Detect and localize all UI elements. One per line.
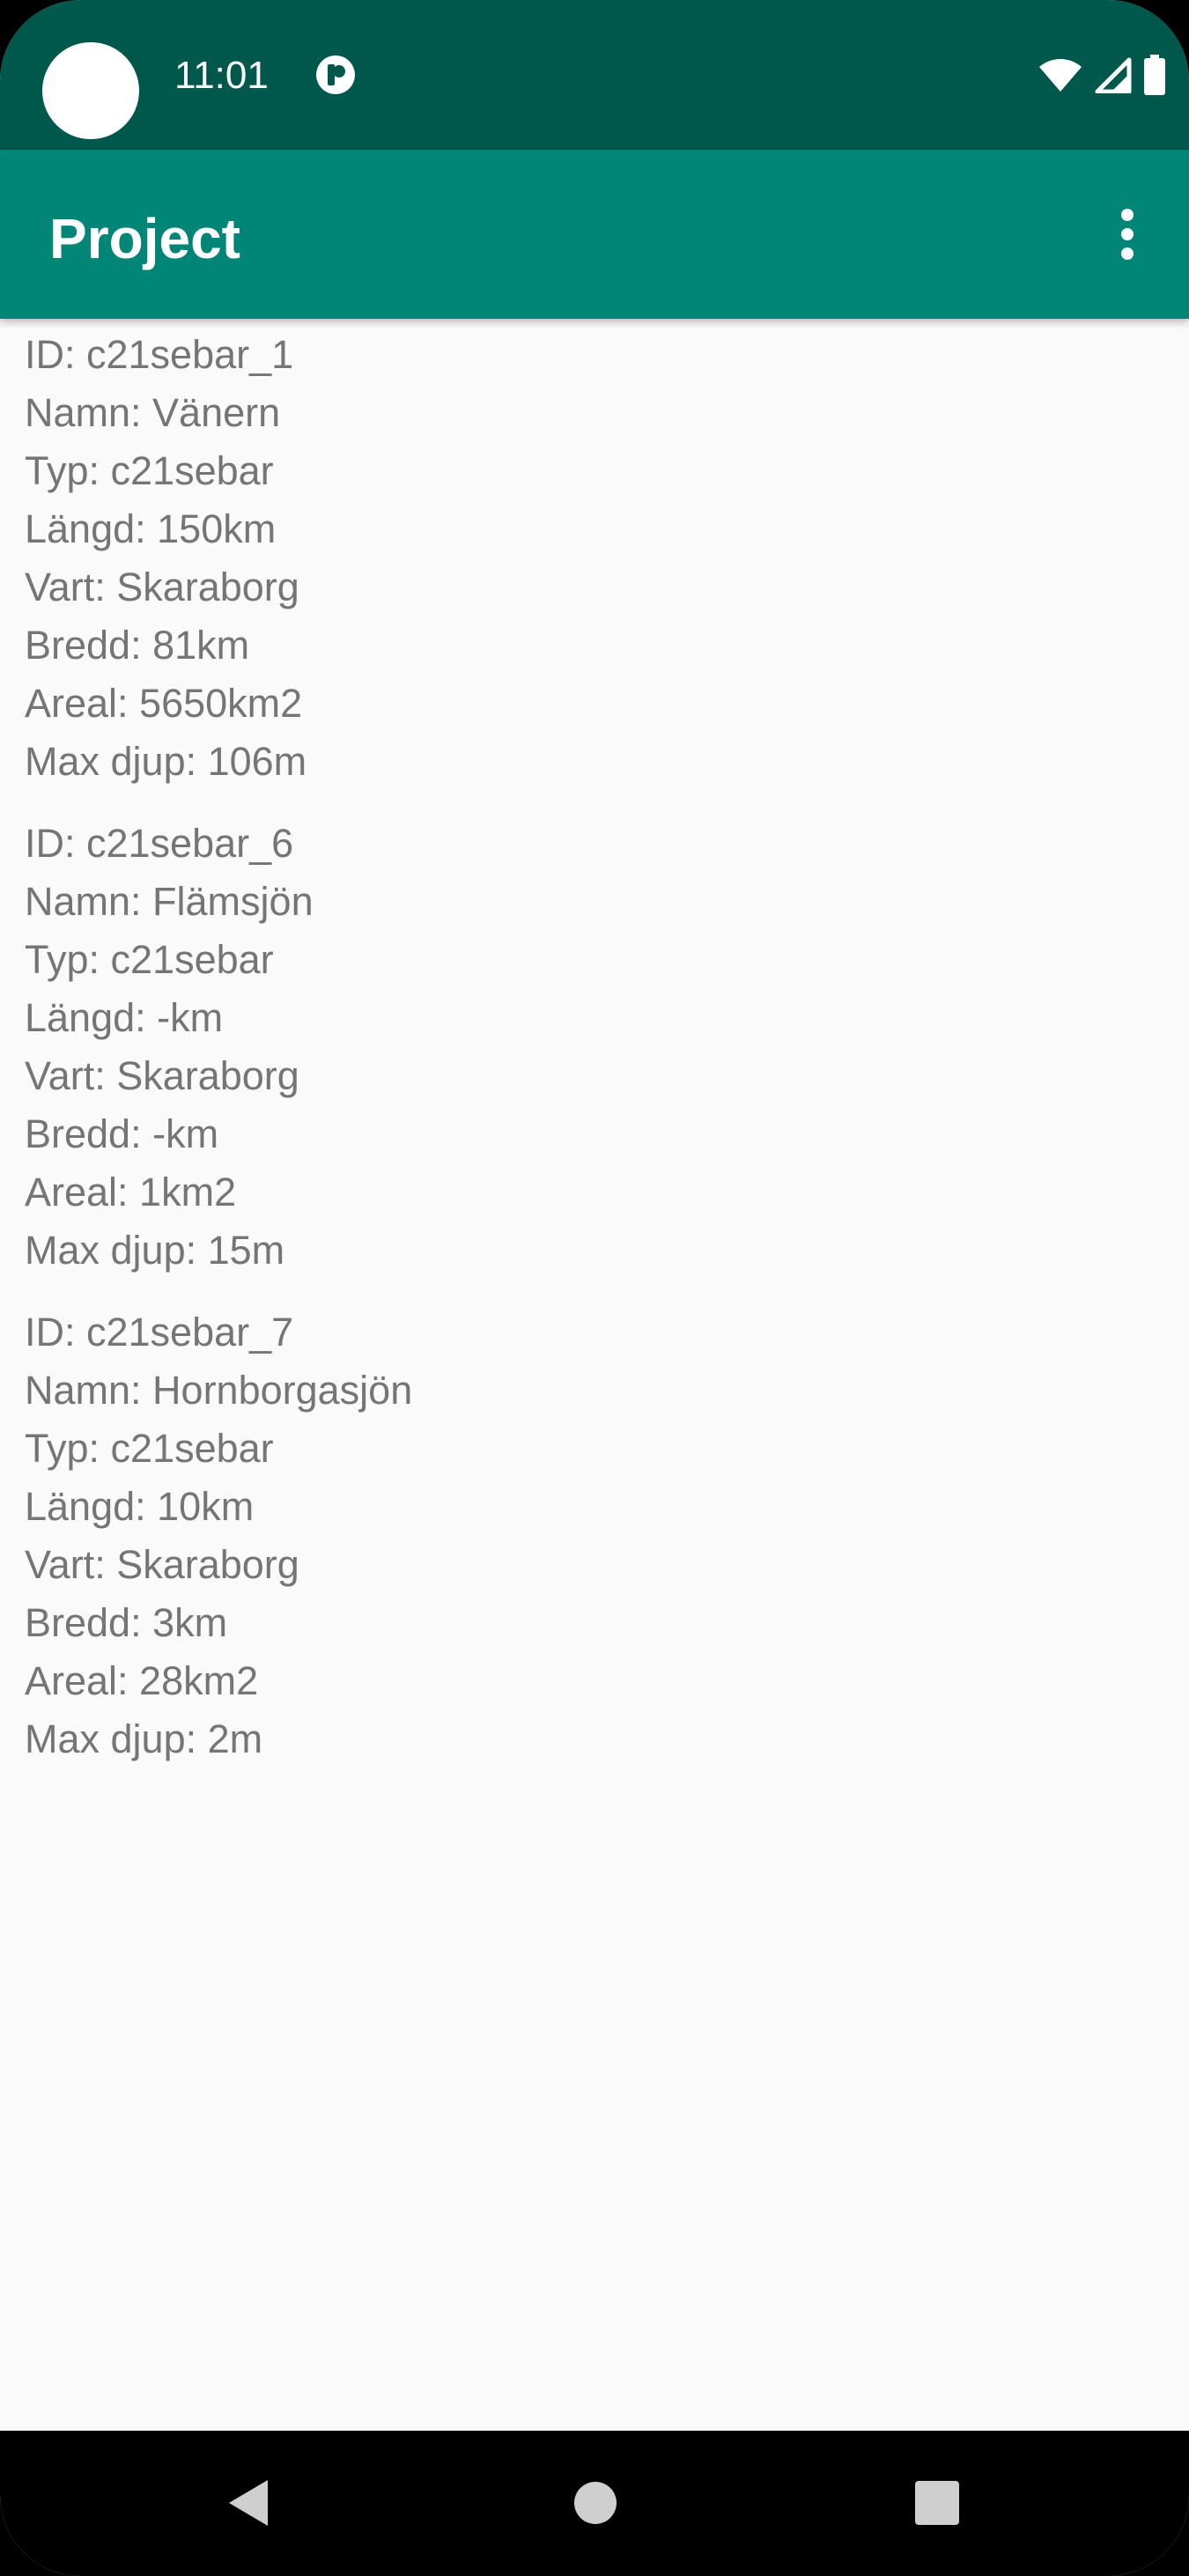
lake-area: Areal: 1km2 (25, 1170, 237, 1214)
status-icons (1038, 53, 1166, 97)
lake-location: Vart: Skaraborg (25, 1053, 299, 1098)
more-vert-icon[interactable] (1083, 190, 1171, 278)
lake-id: ID: c21sebar_6 (25, 821, 294, 866)
phone-screen: 11:01 Project ID: c21sebar_1 Namn: Väner… (0, 0, 1189, 2576)
lake-max-depth: Max djup: 2m (25, 1716, 263, 1761)
status-bar: 11:01 (0, 0, 1189, 150)
lake-length: Längd: 150km (25, 506, 277, 551)
list-item[interactable]: ID: c21sebar_6 Namn: Flämsjön Typ: c21se… (25, 815, 1170, 1280)
back-icon[interactable] (203, 2457, 294, 2549)
lake-id: ID: c21sebar_7 (25, 1310, 294, 1354)
lake-type: Typ: c21sebar (25, 1426, 274, 1471)
notification-app-icon (315, 55, 356, 95)
lake-list: ID: c21sebar_1 Namn: Vänern Typ: c21seba… (25, 326, 1170, 1792)
recents-icon[interactable] (891, 2457, 983, 2549)
lake-max-depth: Max djup: 106m (25, 739, 307, 784)
navigation-bar (0, 2431, 1189, 2576)
camera-cutout (42, 42, 139, 139)
list-item[interactable]: ID: c21sebar_7 Namn: Hornborgasjön Typ: … (25, 1303, 1170, 1768)
lake-type: Typ: c21sebar (25, 448, 274, 493)
lake-area: Areal: 5650km2 (25, 681, 303, 726)
lake-width: Bredd: -km (25, 1111, 219, 1156)
lake-area: Areal: 28km2 (25, 1658, 259, 1703)
lake-length: Längd: 10km (25, 1484, 255, 1529)
home-icon[interactable] (550, 2457, 641, 2549)
lake-name: Namn: Vänern (25, 390, 281, 435)
lake-max-depth: Max djup: 15m (25, 1228, 285, 1273)
lake-width: Bredd: 3km (25, 1600, 228, 1645)
lake-location: Vart: Skaraborg (25, 565, 299, 609)
lake-type: Typ: c21sebar (25, 937, 274, 982)
list-item[interactable]: ID: c21sebar_1 Namn: Vänern Typ: c21seba… (25, 326, 1170, 791)
page-title: Project (49, 207, 240, 270)
lake-width: Bredd: 81km (25, 623, 250, 668)
battery-icon (1143, 55, 1166, 95)
status-time: 11:01 (174, 54, 269, 97)
lake-name: Namn: Hornborgasjön (25, 1368, 413, 1413)
lake-length: Längd: -km (25, 995, 224, 1040)
wifi-icon (1038, 56, 1083, 93)
lake-location: Vart: Skaraborg (25, 1542, 299, 1587)
app-bar: Project (0, 150, 1189, 319)
signal-icon (1094, 56, 1133, 93)
lake-id: ID: c21sebar_1 (25, 332, 294, 377)
lake-name: Namn: Flämsjön (25, 879, 314, 924)
